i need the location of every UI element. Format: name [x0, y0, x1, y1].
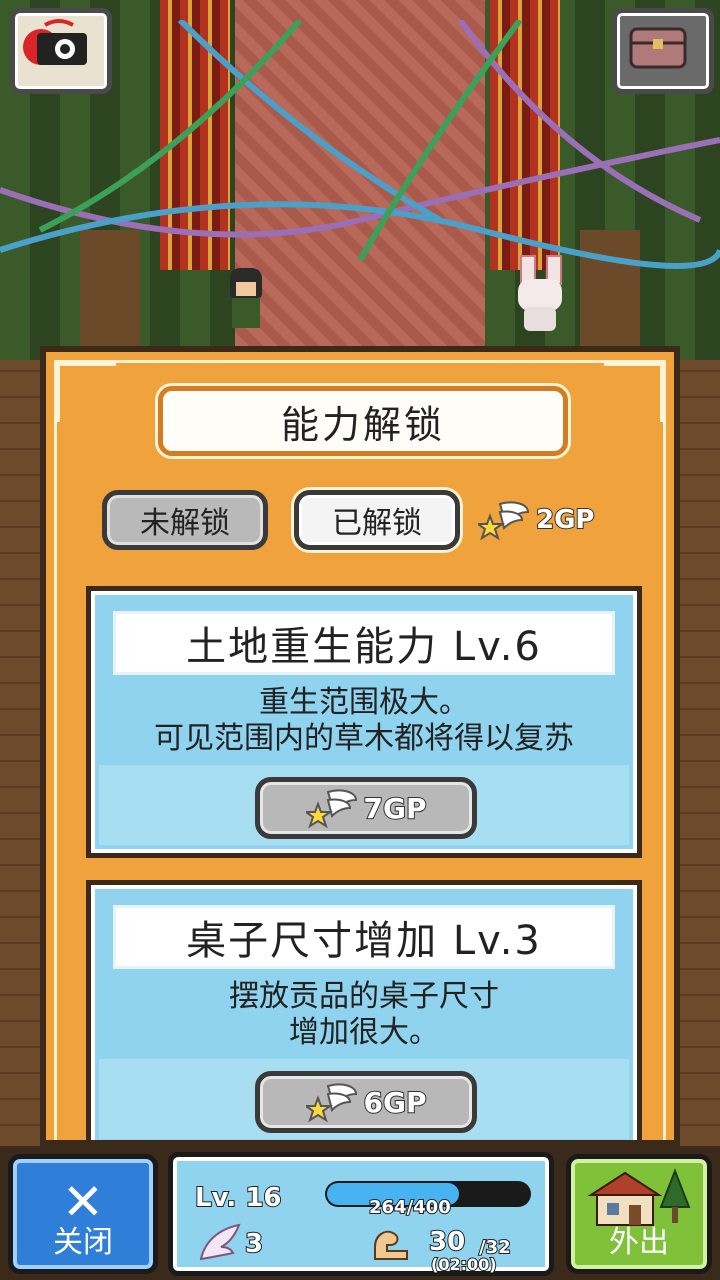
muscle-arm-icon: [374, 1230, 408, 1260]
gp-balance: 2GP: [478, 498, 595, 542]
ability-card: 桌子尺寸增加 Lv.3 摆放贡品的桌子尺寸 增加很大。 6GP: [86, 880, 642, 1140]
panel-title-box: 能力解锁: [158, 386, 568, 456]
inventory-chest-button[interactable]: [612, 8, 714, 94]
screenshot-button[interactable]: [10, 8, 112, 94]
ability-description-line: 摆放贡品的桌子尺寸: [229, 979, 499, 1014]
panel-title: 能力解锁: [280, 402, 445, 447]
camera-icon: [23, 19, 87, 65]
winged-star-icon: [305, 789, 357, 829]
xp-value: 264/400: [368, 1196, 452, 1219]
winged-star-icon: [305, 1083, 357, 1123]
gp-balance-value: 2GP: [535, 504, 595, 536]
winged-star-icon: [478, 501, 530, 541]
unlock-cost: 7GP: [363, 791, 428, 826]
tab-unlocked[interactable]: 已解锁: [294, 490, 460, 550]
ability-description: 摆放贡品的桌子尺寸 增加很大。: [91, 979, 637, 1051]
ornament-corner: [604, 362, 664, 422]
ability-description-line: 重生范围极大。: [259, 685, 469, 720]
close-button[interactable]: ✕ 关闭: [8, 1154, 158, 1274]
player-character: [224, 268, 268, 330]
stamina-timer: (02:00): [430, 1254, 498, 1275]
ability-description: 重生范围极大。 可见范围内的草木都将得以复苏: [91, 685, 637, 757]
player-status-panel: Lv. 16 264/400 3 30 /32 (02:00): [168, 1152, 554, 1276]
bottom-bar: ✕ 关闭 Lv. 16 264/400 3 30 /32 (02:00) 外出: [0, 1146, 720, 1280]
close-label: 关闭: [53, 1225, 113, 1260]
treasure-chest-icon: [629, 27, 687, 69]
bunny-npc: [508, 255, 572, 333]
wing-count: 3: [244, 1228, 264, 1260]
unlock-cost-button[interactable]: 6GP: [255, 1071, 477, 1133]
feather-wing-icon: [199, 1223, 241, 1261]
ability-unlock-panel: 能力解锁 未解锁 已解锁 2GP 土地重生能力 Lv.6 重生范围极大。 可见范…: [40, 346, 680, 1146]
stamina-value: 30: [428, 1226, 466, 1258]
ability-title: 土地重生能力 Lv.6: [113, 611, 615, 675]
unlock-cost: 6GP: [363, 1085, 428, 1120]
tab-locked[interactable]: 未解锁: [102, 490, 268, 550]
ability-title: 桌子尺寸增加 Lv.3: [113, 905, 615, 969]
ability-description-line: 可见范围内的草木都将得以复苏: [154, 721, 574, 756]
go-out-label: 外出: [609, 1225, 669, 1260]
ability-card: 土地重生能力 Lv.6 重生范围极大。 可见范围内的草木都将得以复苏 7GP: [86, 586, 642, 858]
ornament-corner: [56, 362, 116, 422]
player-level: Lv. 16: [194, 1182, 283, 1214]
ability-description-line: 增加很大。: [289, 1015, 439, 1050]
go-out-button[interactable]: 外出: [566, 1154, 712, 1274]
unlock-cost-button[interactable]: 7GP: [255, 777, 477, 839]
